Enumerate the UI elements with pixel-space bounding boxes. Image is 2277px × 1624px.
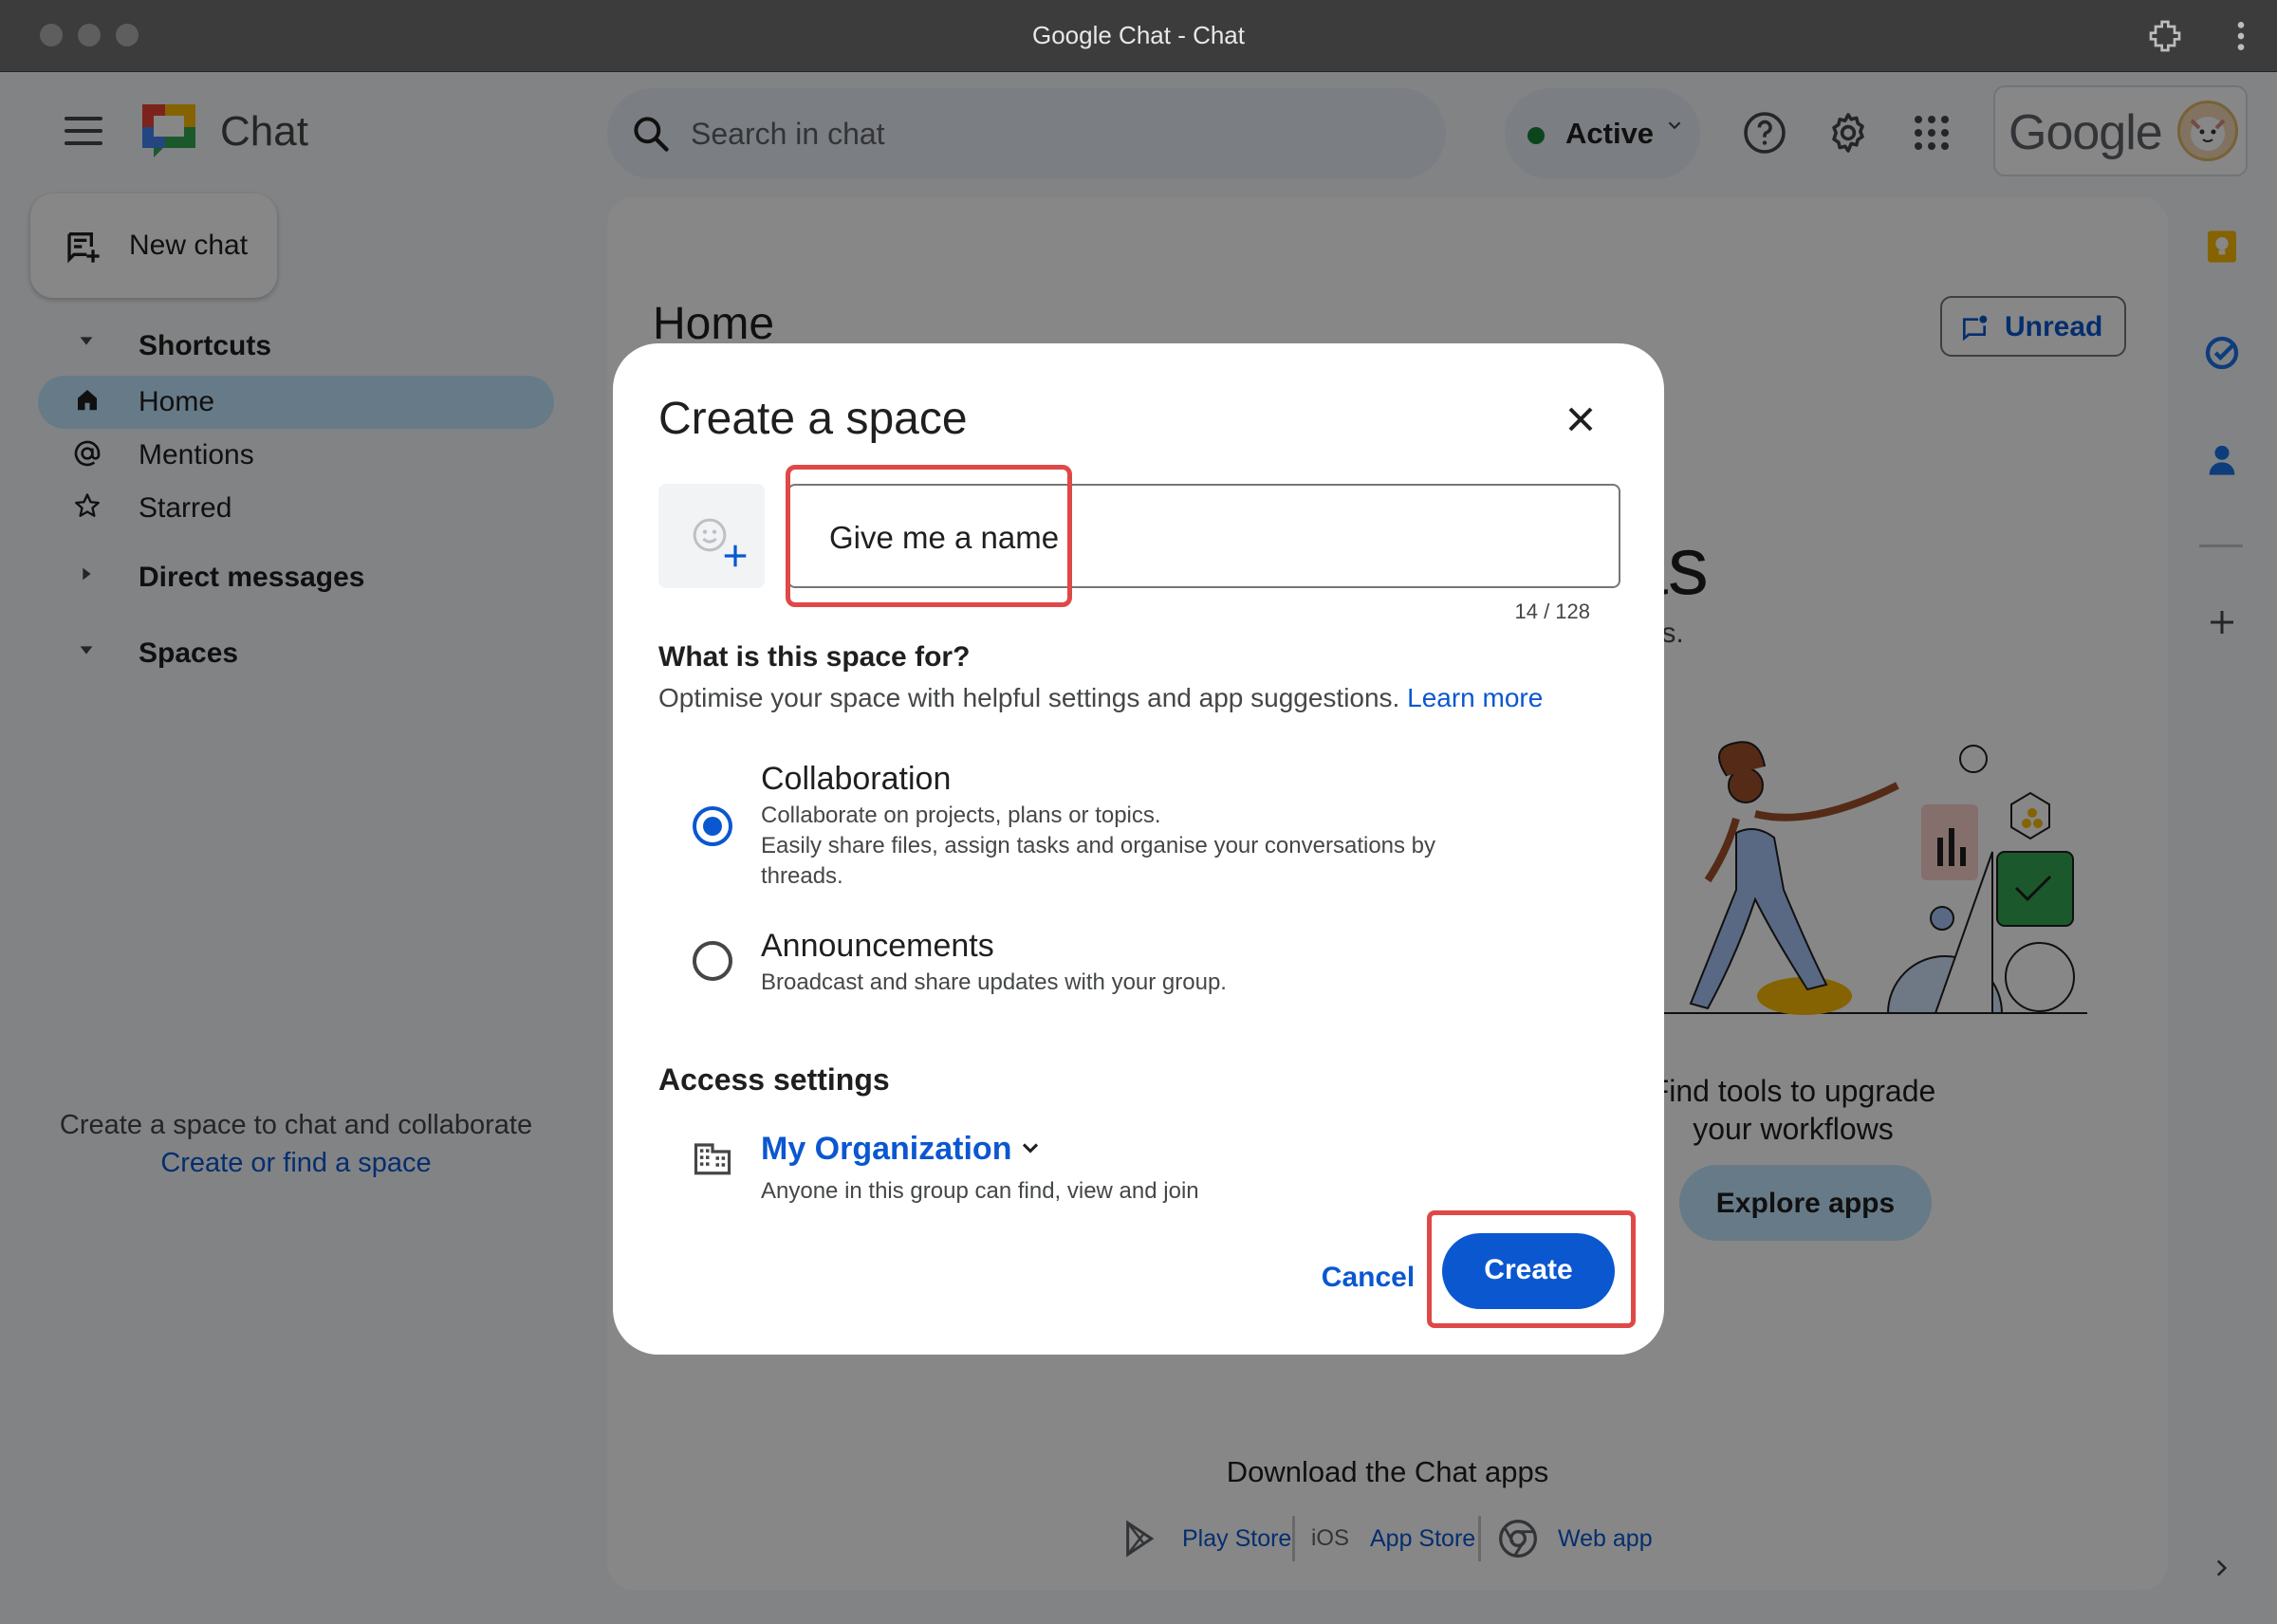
option-description-line: Broadcast and share updates with your gr… <box>761 969 1227 995</box>
extension-icon[interactable] <box>2146 17 2184 55</box>
option-description: Collaborate on projects, plans or topics… <box>761 801 1482 892</box>
access-settings-heading: Access settings <box>658 1062 890 1097</box>
space-emoji-picker[interactable] <box>658 484 765 588</box>
option-description: Broadcast and share updates with your gr… <box>761 968 1482 998</box>
access-value: My Organization <box>761 1131 1012 1167</box>
annotation-highlight-box <box>786 465 1072 607</box>
cancel-label: Cancel <box>1321 1262 1416 1293</box>
space-purpose-description: Optimise your space with helpful setting… <box>658 683 1543 713</box>
access-description: Anyone in this group can find, view and … <box>761 1178 1199 1204</box>
window-title: Google Chat - Chat <box>1031 21 1245 49</box>
space-purpose-heading: What is this space for? <box>658 641 971 673</box>
more-vert-icon[interactable] <box>2222 17 2260 55</box>
learn-more-link[interactable]: Learn more <box>1407 683 1543 712</box>
option-description-line: Collaborate on projects, plans or topics… <box>761 803 1161 828</box>
cancel-button[interactable]: Cancel <box>1296 1243 1440 1315</box>
create-space-dialog: Create a space Give me a name 14 / 128 W… <box>613 343 1664 1355</box>
access-dropdown[interactable]: My Organization <box>761 1131 1039 1178</box>
building-icon <box>693 1138 732 1178</box>
annotation-highlight-box <box>1427 1210 1636 1328</box>
add-icon <box>721 537 750 577</box>
collaboration-radio[interactable] <box>693 806 732 846</box>
close-icon[interactable] <box>1560 398 1601 440</box>
option-title[interactable]: Announcements <box>761 928 994 965</box>
option-description-line: Easily share files, assign tasks and org… <box>761 833 1436 889</box>
window-titlebar: Google Chat - Chat <box>0 0 2277 72</box>
character-counter: 14 / 128 <box>1514 600 1590 623</box>
announcements-radio[interactable] <box>693 941 732 981</box>
chevron-down-icon <box>1017 1135 1044 1161</box>
dialog-title: Create a space <box>658 394 968 444</box>
option-title[interactable]: Collaboration <box>761 761 951 798</box>
purpose-description-text: Optimise your space with helpful setting… <box>658 683 1400 712</box>
